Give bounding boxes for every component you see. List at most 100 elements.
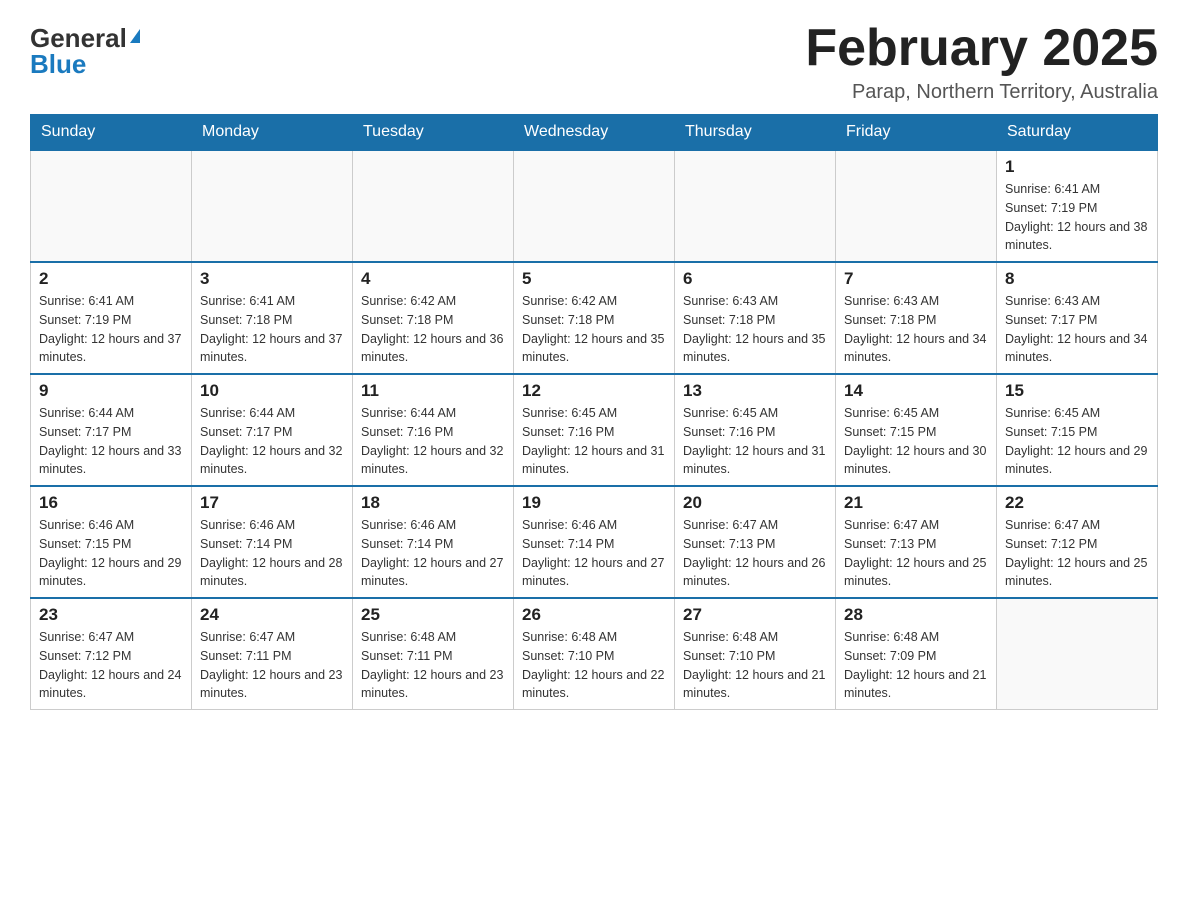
logo-blue-text: Blue (30, 51, 86, 77)
day-info: Sunrise: 6:47 AMSunset: 7:12 PMDaylight:… (39, 628, 183, 703)
calendar-cell: 9Sunrise: 6:44 AMSunset: 7:17 PMDaylight… (31, 374, 192, 486)
day-info: Sunrise: 6:45 AMSunset: 7:15 PMDaylight:… (1005, 404, 1149, 479)
calendar-cell: 17 Sunrise: 6:46 AMSunset: 7:14 PMDayligh… (192, 486, 353, 598)
calendar-table: SundayMondayTuesdayWednesdayThursdayFrid… (30, 114, 1158, 710)
day-number: 8 (1005, 269, 1149, 289)
week-row: 2 Sunrise: 6:41 AMSunset: 7:19 PMDaylight… (31, 262, 1158, 374)
day-info: Sunrise: 6:47 AMSunset: 7:13 PMDaylight:… (683, 516, 827, 591)
calendar-cell: 11 Sunrise: 6:44 AMSunset: 7:16 PMDayligh… (353, 374, 514, 486)
day-number: 22 (1005, 493, 1149, 513)
day-info: Sunrise: 6:46 AMSunset: 7:15 PMDaylight:… (39, 516, 183, 591)
calendar-cell: 1 Sunrise: 6:41 AMSunset: 7:19 PMDaylight… (997, 150, 1158, 262)
day-info: Sunrise: 6:44 AMSunset: 7:17 PMDaylight:… (200, 404, 344, 479)
calendar-cell: 10 Sunrise: 6:44 AMSunset: 7:17 PMDayligh… (192, 374, 353, 486)
day-of-week-header: Saturday (997, 115, 1158, 151)
day-number: 24 (200, 605, 344, 625)
day-info: Sunrise: 6:42 AMSunset: 7:18 PMDaylight:… (361, 292, 505, 367)
calendar-cell: 13 Sunrise: 6:45 AMSunset: 7:16 PMDayligh… (675, 374, 836, 486)
day-of-week-header: Tuesday (353, 115, 514, 151)
day-info: Sunrise: 6:42 AMSunset: 7:18 PMDaylight:… (522, 292, 666, 367)
day-number: 25 (361, 605, 505, 625)
calendar-cell (31, 150, 192, 262)
calendar-cell: 25Sunrise: 6:48 AMSunset: 7:11 PMDayligh… (353, 598, 514, 710)
day-info: Sunrise: 6:47 AMSunset: 7:12 PMDaylight:… (1005, 516, 1149, 591)
calendar-cell: 8 Sunrise: 6:43 AMSunset: 7:17 PMDaylight… (997, 262, 1158, 374)
day-info: Sunrise: 6:41 AMSunset: 7:19 PMDaylight:… (1005, 180, 1149, 255)
day-info: Sunrise: 6:47 AMSunset: 7:11 PMDaylight:… (200, 628, 344, 703)
day-number: 26 (522, 605, 666, 625)
logo: General Blue (30, 20, 140, 77)
calendar-cell: 16Sunrise: 6:46 AMSunset: 7:15 PMDayligh… (31, 486, 192, 598)
day-info: Sunrise: 6:43 AMSunset: 7:17 PMDaylight:… (1005, 292, 1149, 367)
calendar-cell: 6 Sunrise: 6:43 AMSunset: 7:18 PMDaylight… (675, 262, 836, 374)
calendar-cell (192, 150, 353, 262)
page-header: General Blue February 2025 Parap, Northe… (30, 20, 1158, 104)
calendar-cell: 3Sunrise: 6:41 AMSunset: 7:18 PMDaylight… (192, 262, 353, 374)
day-number: 1 (1005, 157, 1149, 177)
calendar-cell: 18 Sunrise: 6:46 AMSunset: 7:14 PMDayligh… (353, 486, 514, 598)
calendar-cell: 2 Sunrise: 6:41 AMSunset: 7:19 PMDaylight… (31, 262, 192, 374)
week-row: 1 Sunrise: 6:41 AMSunset: 7:19 PMDaylight… (31, 150, 1158, 262)
day-number: 17 (200, 493, 344, 513)
day-info: Sunrise: 6:46 AMSunset: 7:14 PMDaylight:… (200, 516, 344, 591)
day-info: Sunrise: 6:48 AMSunset: 7:10 PMDaylight:… (683, 628, 827, 703)
day-info: Sunrise: 6:46 AMSunset: 7:14 PMDaylight:… (522, 516, 666, 591)
day-number: 15 (1005, 381, 1149, 401)
day-number: 6 (683, 269, 827, 289)
calendar-cell (514, 150, 675, 262)
day-number: 2 (39, 269, 183, 289)
calendar-cell (836, 150, 997, 262)
title-area: February 2025 Parap, Northern Territory,… (805, 20, 1158, 104)
day-number: 4 (361, 269, 505, 289)
calendar-cell: 14 Sunrise: 6:45 AMSunset: 7:15 PMDayligh… (836, 374, 997, 486)
day-info: Sunrise: 6:44 AMSunset: 7:16 PMDaylight:… (361, 404, 505, 479)
days-of-week-row: SundayMondayTuesdayWednesdayThursdayFrid… (31, 115, 1158, 151)
calendar-cell: 27 Sunrise: 6:48 AMSunset: 7:10 PMDayligh… (675, 598, 836, 710)
day-of-week-header: Wednesday (514, 115, 675, 151)
day-info: Sunrise: 6:43 AMSunset: 7:18 PMDaylight:… (683, 292, 827, 367)
day-info: Sunrise: 6:48 AMSunset: 7:09 PMDaylight:… (844, 628, 988, 703)
day-info: Sunrise: 6:46 AMSunset: 7:14 PMDaylight:… (361, 516, 505, 591)
calendar-cell: 28 Sunrise: 6:48 AMSunset: 7:09 PMDayligh… (836, 598, 997, 710)
month-title: February 2025 (805, 20, 1158, 77)
day-info: Sunrise: 6:41 AMSunset: 7:19 PMDaylight:… (39, 292, 183, 367)
day-number: 12 (522, 381, 666, 401)
day-of-week-header: Sunday (31, 115, 192, 151)
calendar-cell: 5 Sunrise: 6:42 AMSunset: 7:18 PMDaylight… (514, 262, 675, 374)
day-number: 5 (522, 269, 666, 289)
calendar-cell: 24 Sunrise: 6:47 AMSunset: 7:11 PMDayligh… (192, 598, 353, 710)
day-number: 21 (844, 493, 988, 513)
day-number: 13 (683, 381, 827, 401)
week-row: 23 Sunrise: 6:47 AMSunset: 7:12 PMDayligh… (31, 598, 1158, 710)
day-number: 3 (200, 269, 344, 289)
week-row: 16Sunrise: 6:46 AMSunset: 7:15 PMDayligh… (31, 486, 1158, 598)
day-info: Sunrise: 6:47 AMSunset: 7:13 PMDaylight:… (844, 516, 988, 591)
day-info: Sunrise: 6:45 AMSunset: 7:15 PMDaylight:… (844, 404, 988, 479)
week-row: 9Sunrise: 6:44 AMSunset: 7:17 PMDaylight… (31, 374, 1158, 486)
day-of-week-header: Thursday (675, 115, 836, 151)
calendar-cell: 21 Sunrise: 6:47 AMSunset: 7:13 PMDayligh… (836, 486, 997, 598)
day-number: 23 (39, 605, 183, 625)
calendar-cell: 20 Sunrise: 6:47 AMSunset: 7:13 PMDayligh… (675, 486, 836, 598)
logo-general-text: General (30, 25, 127, 51)
calendar-cell: 12Sunrise: 6:45 AMSunset: 7:16 PMDayligh… (514, 374, 675, 486)
calendar-cell (997, 598, 1158, 710)
day-info: Sunrise: 6:43 AMSunset: 7:18 PMDaylight:… (844, 292, 988, 367)
day-number: 19 (522, 493, 666, 513)
day-number: 11 (361, 381, 505, 401)
calendar-cell: 26Sunrise: 6:48 AMSunset: 7:10 PMDayligh… (514, 598, 675, 710)
calendar-cell: 7Sunrise: 6:43 AMSunset: 7:18 PMDaylight… (836, 262, 997, 374)
day-number: 14 (844, 381, 988, 401)
day-number: 10 (200, 381, 344, 401)
calendar-cell: 15 Sunrise: 6:45 AMSunset: 7:15 PMDayligh… (997, 374, 1158, 486)
day-of-week-header: Friday (836, 115, 997, 151)
calendar-cell: 4 Sunrise: 6:42 AMSunset: 7:18 PMDaylight… (353, 262, 514, 374)
day-number: 20 (683, 493, 827, 513)
calendar-cell: 22 Sunrise: 6:47 AMSunset: 7:12 PMDayligh… (997, 486, 1158, 598)
day-number: 28 (844, 605, 988, 625)
day-number: 18 (361, 493, 505, 513)
calendar-cell (353, 150, 514, 262)
day-of-week-header: Monday (192, 115, 353, 151)
day-number: 27 (683, 605, 827, 625)
day-info: Sunrise: 6:45 AMSunset: 7:16 PMDaylight:… (683, 404, 827, 479)
